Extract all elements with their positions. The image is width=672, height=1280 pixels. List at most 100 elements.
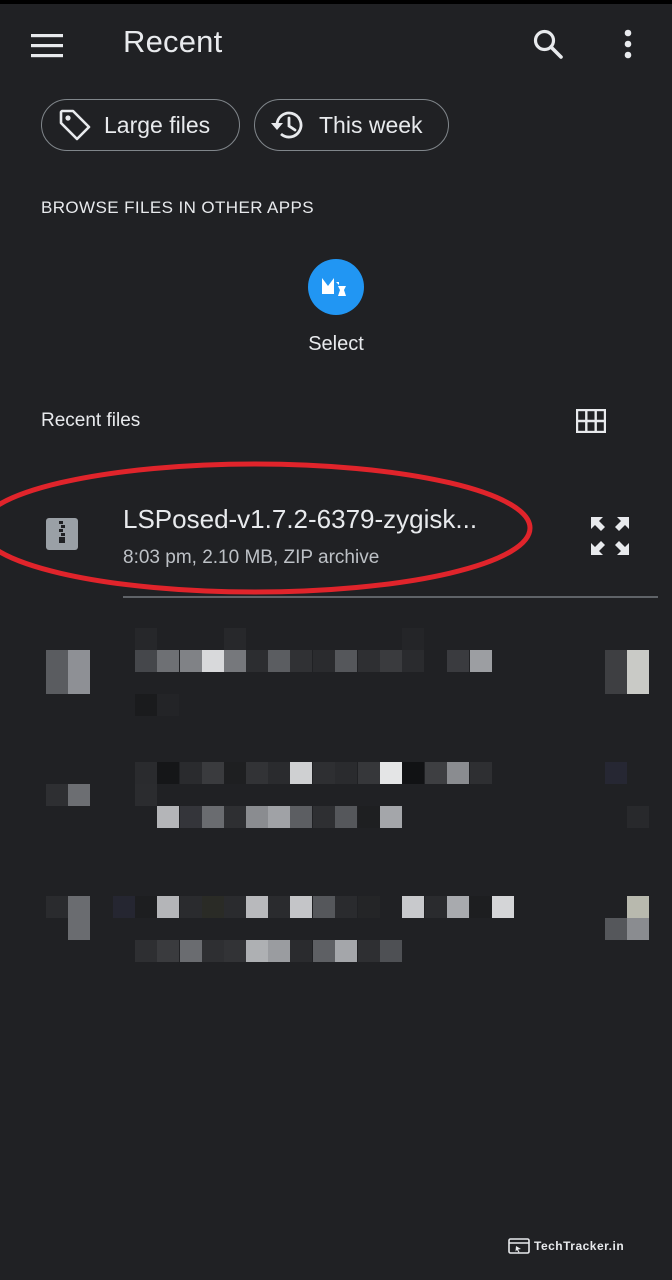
large-files-chip[interactable]: Large files	[41, 99, 240, 151]
pixelated-block	[224, 628, 246, 650]
pixelated-block	[425, 896, 447, 918]
pixelated-block	[202, 806, 224, 828]
more-options-button[interactable]	[608, 24, 648, 64]
pixelated-block	[268, 762, 290, 784]
pixelated-block	[202, 896, 224, 918]
pixelated-block	[402, 628, 424, 650]
pixelated-block	[68, 896, 90, 940]
search-button[interactable]	[528, 24, 568, 64]
pixelated-block	[335, 806, 357, 828]
pixelated-block	[135, 784, 157, 806]
pixelated-block	[46, 650, 68, 694]
grid-view-toggle[interactable]	[570, 400, 612, 442]
this-week-chip[interactable]: This week	[254, 99, 449, 151]
pixelated-block	[470, 762, 492, 784]
pixelated-block	[447, 650, 469, 672]
watermark: TechTracker.in	[508, 1236, 624, 1256]
pixelated-block	[425, 762, 447, 784]
pixelated-block	[224, 762, 246, 784]
pixelated-block	[470, 650, 492, 672]
pixelated-block	[246, 650, 268, 672]
pixelated-block	[335, 940, 357, 962]
pixelated-block	[380, 762, 402, 784]
pixelated-block	[627, 896, 649, 918]
pixelated-block	[402, 762, 424, 784]
pixelated-block	[46, 896, 68, 918]
pixelated-block	[380, 650, 402, 672]
pixelated-block	[268, 806, 290, 828]
pixelated-block	[358, 650, 380, 672]
pixelated-block	[246, 762, 268, 784]
large-files-chip-label: Large files	[104, 111, 211, 138]
pixelated-block	[180, 806, 202, 828]
pixelated-block	[157, 806, 179, 828]
pixelated-block	[605, 650, 627, 694]
pixelated-block	[492, 896, 514, 918]
mixplorer-app-icon	[308, 259, 364, 315]
pixelated-block	[358, 762, 380, 784]
pixelated-block	[380, 940, 402, 962]
pixelated-block	[202, 940, 224, 962]
pixelated-block	[268, 896, 290, 918]
pixelated-block	[135, 896, 157, 918]
grid-view-icon	[576, 409, 606, 433]
menu-button[interactable]	[28, 26, 68, 66]
pixelated-block	[224, 806, 246, 828]
pixelated-block	[157, 650, 179, 672]
pixelated-block	[180, 762, 202, 784]
file-row-lsposed[interactable]: LSPosed-v1.7.2-6379-zygisk... 8:03 pm, 2…	[0, 480, 672, 598]
pixelated-block	[202, 762, 224, 784]
pixelated-block	[68, 650, 90, 694]
pixelated-block	[627, 806, 649, 828]
pixelated-block	[246, 806, 268, 828]
zip-file-icon	[46, 518, 78, 550]
page-title: Recent	[123, 24, 223, 59]
pixelated-block	[268, 940, 290, 962]
pixelated-block	[224, 650, 246, 672]
pixelated-block	[380, 806, 402, 828]
pixelated-block	[246, 940, 268, 962]
pixelated-block	[180, 896, 202, 918]
pixelated-block	[135, 628, 157, 650]
pixelated-block	[46, 784, 68, 806]
pixelated-block	[470, 896, 492, 918]
pixelated-block	[135, 762, 157, 784]
pixelated-block	[313, 762, 335, 784]
pixelated-block	[605, 918, 627, 940]
pixelated-block	[180, 940, 202, 962]
pixelated-block	[402, 650, 424, 672]
hamburger-menu-icon	[31, 34, 63, 58]
browser-window-icon	[508, 1238, 530, 1254]
highlight-annotation	[0, 461, 533, 595]
pixelated-block	[402, 896, 424, 918]
pixelated-block	[135, 650, 157, 672]
expand-preview-button[interactable]	[586, 512, 634, 560]
file-name: LSPosed-v1.7.2-6379-zygisk...	[123, 504, 478, 534]
pixelated-block	[157, 694, 179, 716]
recent-files-heading: Recent files	[41, 410, 141, 431]
pixelated-block	[68, 784, 90, 806]
pixelated-block	[290, 896, 312, 918]
pixelated-block	[358, 940, 380, 962]
pixelated-block	[447, 896, 469, 918]
pixelated-block	[605, 762, 627, 784]
expand-icon	[591, 517, 629, 555]
app-bar: Recent	[0, 4, 672, 86]
pixelated-block	[268, 650, 290, 672]
app-select-shortcut[interactable]: Select	[280, 255, 392, 365]
file-row-divider	[123, 596, 658, 598]
pixelated-block	[157, 896, 179, 918]
pixelated-block	[135, 940, 157, 962]
pixelated-block	[157, 940, 179, 962]
pixelated-block	[335, 762, 357, 784]
pixelated-block	[627, 650, 649, 694]
pixelated-block	[290, 806, 312, 828]
pixelated-block	[335, 650, 357, 672]
pixelated-block	[627, 918, 649, 940]
watermark-text: TechTracker.in	[534, 1239, 625, 1253]
pixelated-block	[290, 762, 312, 784]
pixelated-block	[290, 650, 312, 672]
pixelated-block	[224, 940, 246, 962]
pixelated-block	[202, 650, 224, 672]
pixelated-block	[313, 896, 335, 918]
